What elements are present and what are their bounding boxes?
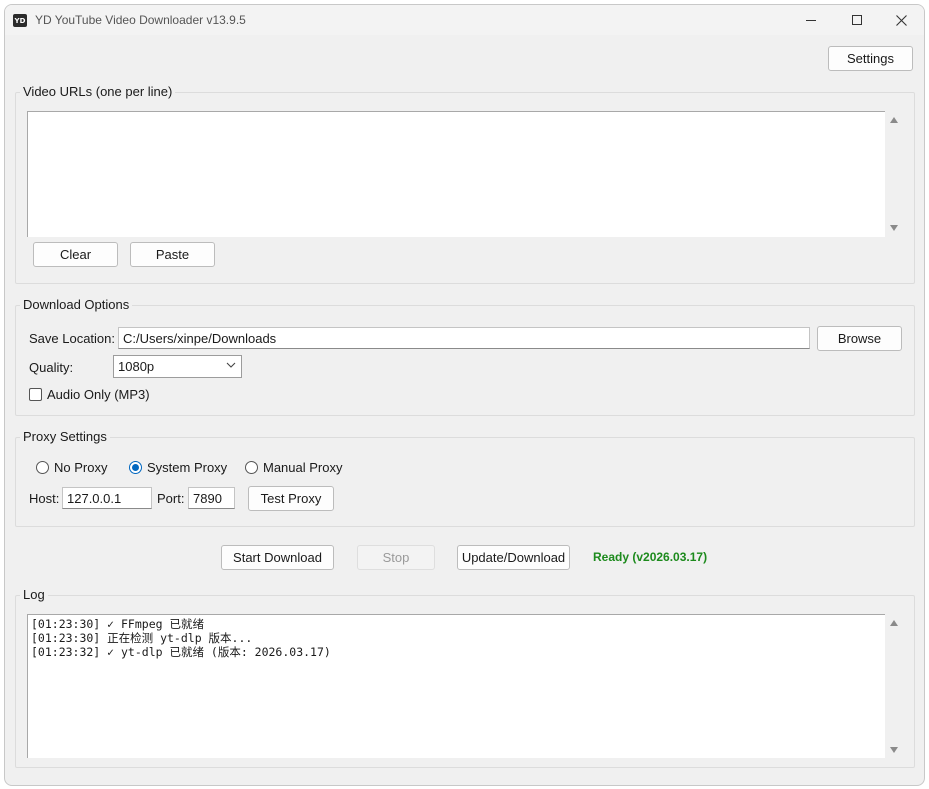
quality-label: Quality: [29,360,74,375]
minimize-icon [806,19,816,21]
system-proxy-radio[interactable] [129,461,142,474]
window-title: YD YouTube Video Downloader v13.9.5 [35,13,246,27]
port-input[interactable]: 7890 [188,487,235,509]
stop-button[interactable]: Stop [357,545,435,570]
close-icon [895,14,907,26]
log-group-title: Log [20,587,48,602]
system-proxy-label: System Proxy [147,460,228,475]
test-proxy-button[interactable]: Test Proxy [248,486,334,511]
close-button[interactable] [878,5,924,35]
urls-scroll-up-icon[interactable] [890,117,898,123]
chevron-down-icon [226,362,236,368]
log-line: [01:23:30] 正在检测 yt-dlp 版本... [31,631,253,645]
host-label: Host: [29,491,60,506]
start-download-button[interactable]: Start Download [221,545,334,570]
no-proxy-radio[interactable] [36,461,49,474]
proxy-settings-group [15,437,915,527]
log-output[interactable]: [01:23:30] ✓ FFmpeg 已就绪 [01:23:30] 正在检测 … [27,614,885,758]
app-logo-icon: YD [13,14,27,27]
update-download-button[interactable]: Update/Download [457,545,570,570]
save-location-label: Save Location: [29,331,116,346]
audio-only-label: Audio Only (MP3) [47,387,150,402]
quality-selected-value: 1080p [118,359,155,374]
browse-button[interactable]: Browse [817,326,902,351]
log-line: [01:23:30] ✓ FFmpeg 已就绪 [31,617,204,631]
video-urls-textarea[interactable] [27,111,885,237]
manual-proxy-label: Manual Proxy [263,460,343,475]
log-scroll-up-icon[interactable] [890,620,898,626]
no-proxy-label: No Proxy [54,460,108,475]
manual-proxy-radio[interactable] [245,461,258,474]
video-urls-group-title: Video URLs (one per line) [20,84,176,99]
maximize-button[interactable] [834,5,880,35]
log-scroll-down-icon[interactable] [890,747,898,753]
quality-select[interactable]: 1080p [113,355,242,378]
host-input[interactable]: 127.0.0.1 [62,487,152,509]
download-options-group-title: Download Options [20,297,133,312]
clear-button[interactable]: Clear [33,242,118,267]
log-line: [01:23:32] ✓ yt-dlp 已就绪 (版本: 2026.03.17) [31,645,331,659]
status-text: Ready (v2026.03.17) [593,550,708,564]
minimize-button[interactable] [788,5,834,35]
settings-button[interactable]: Settings [828,46,913,71]
paste-button[interactable]: Paste [130,242,215,267]
save-location-input[interactable]: C:/Users/xinpe/Downloads [118,327,810,349]
title-bar[interactable]: YD YD YouTube Video Downloader v13.9.5 [5,5,924,35]
urls-scroll-down-icon[interactable] [890,225,898,231]
audio-only-checkbox[interactable] [29,388,42,401]
maximize-icon [852,15,862,25]
port-label: Port: [157,491,185,506]
log-lines: [01:23:30] ✓ FFmpeg 已就绪 [01:23:30] 正在检测 … [28,617,331,659]
proxy-settings-group-title: Proxy Settings [20,429,110,444]
app-window: YD YD YouTube Video Downloader v13.9.5 S… [4,4,925,786]
